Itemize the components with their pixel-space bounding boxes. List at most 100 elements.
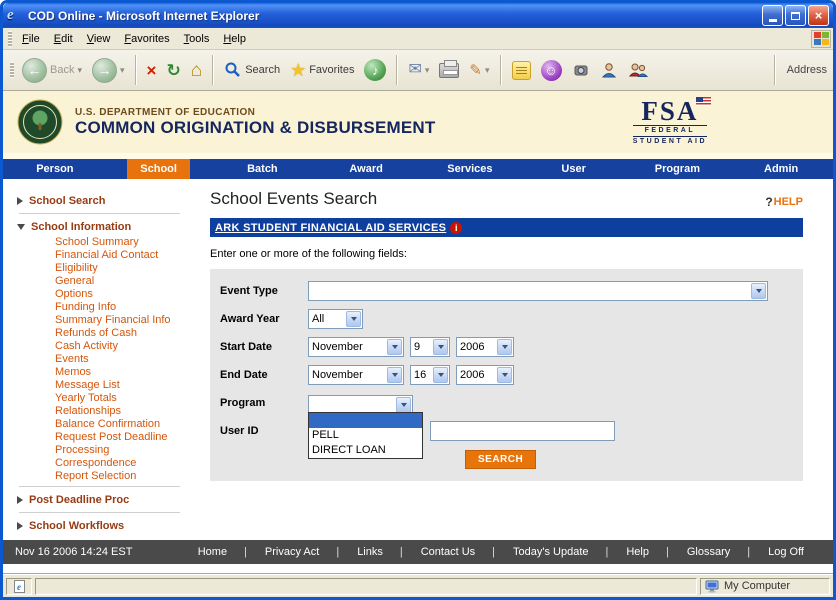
back-button[interactable]: ← Back ▾ [17, 56, 87, 85]
event-type-select[interactable] [308, 281, 768, 301]
footer-link-home[interactable]: Home [189, 546, 256, 558]
footer-link-glossary[interactable]: Glossary [678, 546, 759, 558]
sidebar-section-post-deadline-proc[interactable]: Post Deadline Proc [17, 490, 198, 509]
sidebar-section-school-search[interactable]: School Search [17, 191, 198, 210]
mail-icon: ✉ [408, 62, 421, 78]
start-day-select[interactable]: 9 [410, 337, 450, 357]
forward-button[interactable]: → ▾ [87, 56, 130, 85]
chevron-down-icon[interactable] [346, 311, 361, 327]
addon-button[interactable] [567, 59, 595, 81]
chevron-down-icon[interactable] [396, 397, 411, 413]
discuss-button[interactable] [507, 59, 536, 82]
collapsed-arrow-icon[interactable] [17, 197, 23, 205]
sidebar-section-school-information[interactable]: School Information [17, 217, 198, 236]
chevron-down-icon[interactable] [497, 367, 512, 383]
chevron-down-icon[interactable] [387, 367, 402, 383]
stop-button[interactable]: × [142, 60, 162, 81]
menu-file[interactable]: File [15, 30, 47, 48]
footer-link-contact-us[interactable]: Contact Us [412, 546, 504, 558]
start-year-select[interactable]: 2006 [456, 337, 514, 357]
nav-tab-user[interactable]: User [522, 159, 626, 179]
sidebar-item-report-selection[interactable]: Report Selection [55, 470, 198, 483]
drag-handle[interactable] [8, 31, 12, 47]
award-year-select[interactable]: All [308, 309, 363, 329]
home-button[interactable]: ⌂ [186, 59, 207, 82]
user-id-input[interactable] [430, 421, 615, 441]
nav-tab-services[interactable]: Services [418, 159, 522, 179]
info-icon[interactable]: i [450, 222, 462, 234]
profile-button[interactable] [595, 59, 623, 81]
end-month-select[interactable]: November [308, 365, 404, 385]
sidebar-item-correspondence[interactable]: Correspondence [55, 457, 198, 470]
footer-link-links[interactable]: Links [348, 546, 412, 558]
forward-caret-icon: ▾ [120, 65, 125, 76]
mail-button[interactable]: ✉ ▾ [403, 60, 434, 80]
sidebar-item-summary-financial-info[interactable]: Summary Financial Info [55, 314, 198, 327]
sidebar-item-balance-confirmation[interactable]: Balance Confirmation [55, 418, 198, 431]
messenger-button[interactable]: ☺ [536, 58, 567, 83]
minimize-button[interactable] [762, 5, 783, 26]
menu-favorites[interactable]: Favorites [117, 30, 176, 48]
person-icon [600, 61, 618, 79]
chevron-down-icon[interactable] [751, 283, 766, 299]
sidebar-item-message-list[interactable]: Message List [55, 379, 198, 392]
program-option-blank[interactable] [309, 413, 422, 428]
end-year-select[interactable]: 2006 [456, 365, 514, 385]
sidebar-item-request-post-deadline[interactable]: Request Post Deadline [55, 431, 198, 444]
contacts-button[interactable] [623, 59, 653, 81]
maximize-button[interactable] [785, 5, 806, 26]
end-day-select[interactable]: 16 [410, 365, 450, 385]
menu-tools[interactable]: Tools [177, 30, 217, 48]
edit-button[interactable]: ✎ ▾ [464, 61, 494, 80]
sidebar-item-yearly-totals[interactable]: Yearly Totals [55, 392, 198, 405]
nav-tab-award[interactable]: Award [314, 159, 418, 179]
print-button[interactable] [434, 61, 464, 80]
expanded-arrow-icon[interactable] [17, 224, 25, 230]
chevron-down-icon[interactable] [387, 339, 402, 355]
nav-tab-school[interactable]: School [107, 159, 211, 179]
sidebar-section-school-workflows[interactable]: School Workflows [17, 516, 198, 535]
program-option-pell[interactable]: PELL [309, 428, 422, 443]
sidebar-item-funding-info[interactable]: Funding Info [55, 301, 198, 314]
nav-tab-admin[interactable]: Admin [729, 159, 833, 179]
sidebar-item-relationships[interactable]: Relationships [55, 405, 198, 418]
nav-tab-program[interactable]: Program [626, 159, 730, 179]
sidebar-item-options[interactable]: Options [55, 288, 198, 301]
chevron-down-icon[interactable] [497, 339, 512, 355]
program-option-direct-loan[interactable]: DIRECT LOAN [309, 443, 422, 458]
toolbar-drag-handle[interactable] [10, 62, 14, 78]
sidebar-item-financial-aid-contact[interactable]: Financial Aid Contact [55, 249, 198, 262]
footer-link-privacy-act[interactable]: Privacy Act [256, 546, 348, 558]
sidebar-item-eligibility[interactable]: Eligibility [55, 262, 198, 275]
sidebar-item-processing[interactable]: Processing [55, 444, 198, 457]
sidebar-item-refunds-of-cash[interactable]: Refunds of Cash [55, 327, 198, 340]
refresh-button[interactable]: ↻ [161, 60, 185, 81]
help-link[interactable]: ? HELP [765, 195, 803, 209]
chevron-down-icon[interactable] [433, 367, 448, 383]
sidebar-item-cash-activity[interactable]: Cash Activity [55, 340, 198, 353]
search-button-toolbar[interactable]: Search [219, 59, 285, 81]
nav-tab-batch[interactable]: Batch [211, 159, 315, 179]
footer-link-todays-update[interactable]: Today's Update [504, 546, 617, 558]
fsa-logo: FSA FEDERAL STUDENT AID [633, 98, 707, 146]
favorites-button[interactable]: ★ Favorites [285, 59, 359, 81]
collapsed-arrow-icon[interactable] [17, 496, 23, 504]
search-submit-button[interactable]: SEARCH [465, 450, 536, 469]
menu-edit[interactable]: Edit [47, 30, 80, 48]
sidebar-item-events[interactable]: Events [55, 353, 198, 366]
school-name-link[interactable]: ARK STUDENT FINANCIAL AID SERVICES [215, 222, 446, 234]
chevron-down-icon[interactable] [433, 339, 448, 355]
sidebar-item-memos[interactable]: Memos [55, 366, 198, 379]
sidebar-item-general[interactable]: General [55, 275, 198, 288]
media-button[interactable]: ♪ [359, 57, 391, 83]
collapsed-arrow-icon[interactable] [17, 522, 23, 530]
address-label[interactable]: Address [787, 64, 827, 76]
nav-tab-person[interactable]: Person [3, 159, 107, 179]
close-button[interactable]: × [808, 5, 829, 26]
footer-link-help[interactable]: Help [617, 546, 677, 558]
start-month-select[interactable]: November [308, 337, 404, 357]
menu-help[interactable]: Help [216, 30, 253, 48]
menu-view[interactable]: View [80, 30, 118, 48]
footer-link-log-off[interactable]: Log Off [759, 546, 813, 558]
sidebar-item-school-summary[interactable]: School Summary [55, 236, 198, 249]
